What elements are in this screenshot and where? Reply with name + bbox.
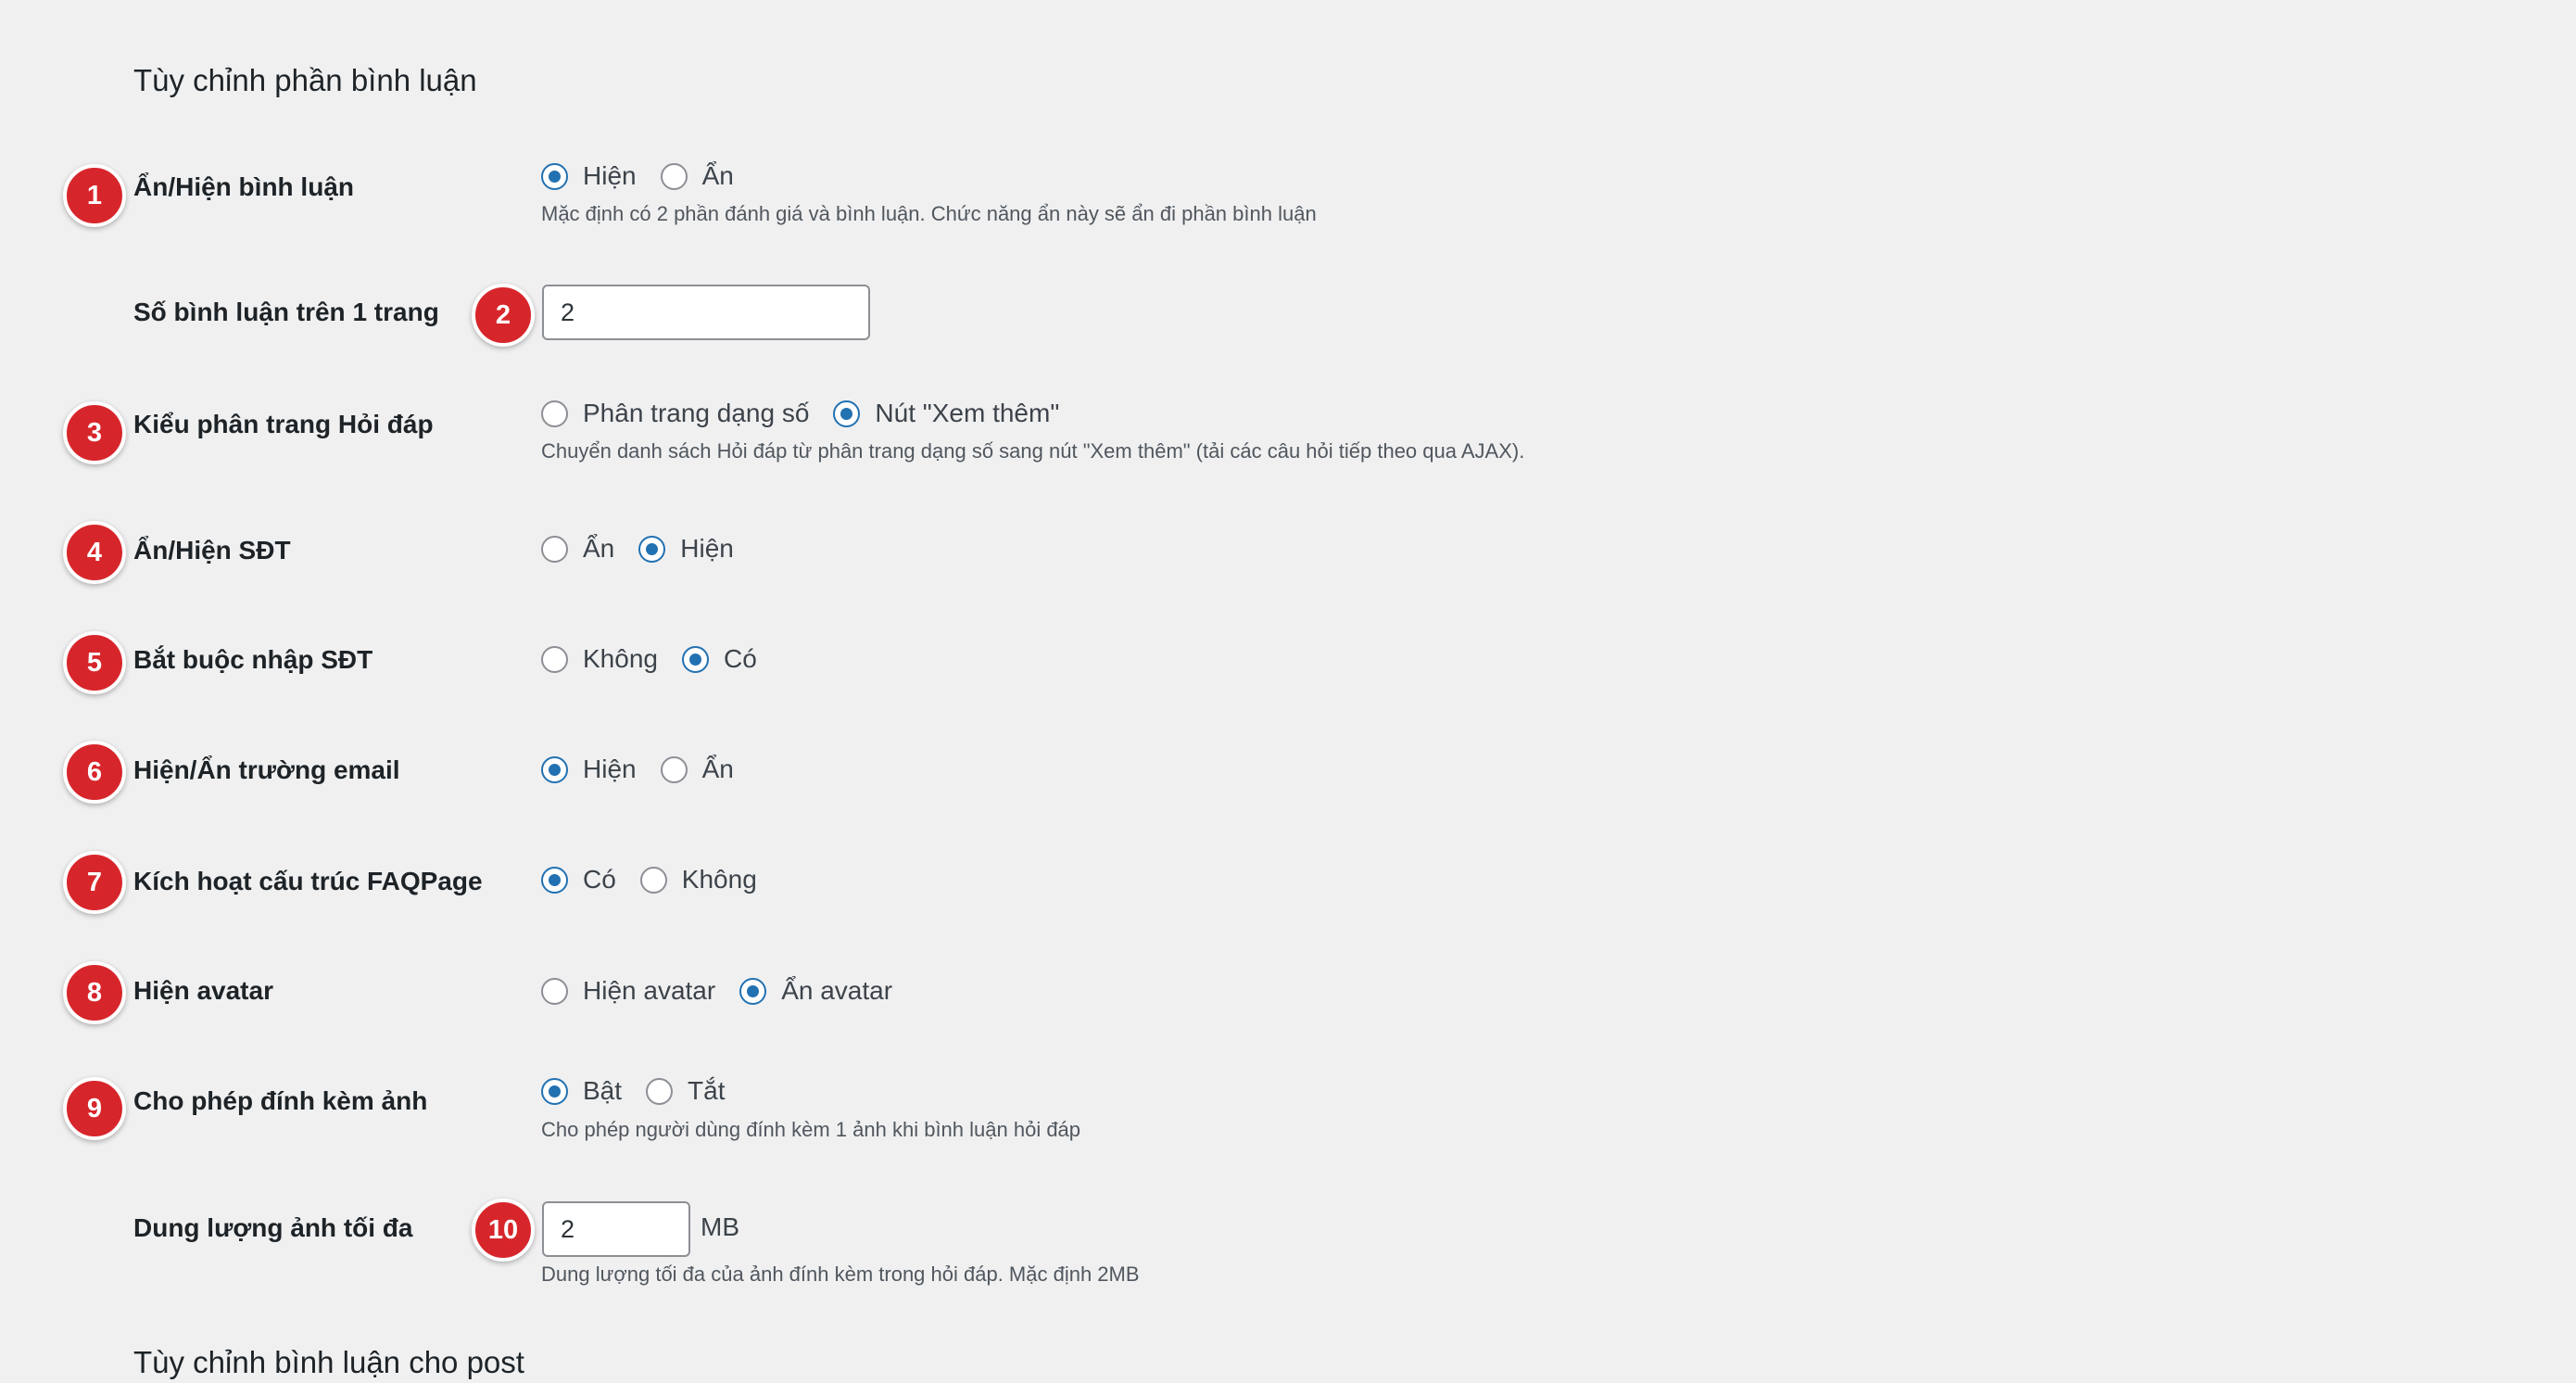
radio-checked-icon[interactable] — [833, 400, 861, 427]
qa-pagination-option-numeric-label: Phân trang dạng số — [583, 399, 810, 427]
radio-checked-icon[interactable] — [541, 162, 568, 190]
qa-pagination-option-load-more[interactable]: Nút "Xem thêm" — [833, 399, 1059, 428]
radio-unchecked-icon[interactable] — [541, 645, 568, 673]
faqpage-schema-radio-group: Có Không — [541, 865, 781, 895]
faqpage-schema-option-no-label: Không — [681, 865, 757, 894]
show-avatar-option-show[interactable]: Hiện avatar — [541, 976, 715, 1006]
section-title-comments: Tùy chỉnh phần bình luận — [133, 63, 477, 97]
step-badge-3: 3 — [63, 401, 126, 464]
qa-pagination-description: Chuyển danh sách Hỏi đáp từ phân trang d… — [541, 439, 1525, 463]
show-email-label: Hiện/Ẩn trường email — [133, 755, 400, 784]
step-badge-9: 9 — [63, 1077, 126, 1140]
allow-image-radio-group: Bật Tắt — [541, 1076, 750, 1106]
step-badge-6: 6 — [63, 741, 126, 804]
show-avatar-option-show-label: Hiện avatar — [583, 976, 716, 1005]
show-email-radio-group: Hiện Ẩn — [541, 755, 758, 784]
step-badge-8: 8 — [63, 961, 126, 1024]
show-email-option-hide[interactable]: Ẩn — [660, 755, 734, 784]
radio-unchecked-icon[interactable] — [541, 535, 568, 563]
radio-unchecked-icon[interactable] — [660, 755, 688, 783]
comments-per-page-label: Số bình luận trên 1 trang — [133, 298, 439, 326]
max-image-size-description: Dung lượng tối đa của ảnh đính kèm trong… — [541, 1262, 1140, 1286]
show-phone-radio-group: Ẩn Hiện — [541, 534, 758, 564]
show-phone-option-show[interactable]: Hiện — [638, 534, 734, 564]
require-phone-option-no[interactable]: Không — [541, 644, 658, 674]
allow-image-label: Cho phép đính kèm ảnh — [133, 1086, 428, 1115]
qa-pagination-option-load-more-label: Nút "Xem thêm" — [875, 399, 1060, 427]
qa-pagination-label: Kiểu phân trang Hỏi đáp — [133, 410, 434, 438]
show-avatar-radio-group: Hiện avatar Ẩn avatar — [541, 976, 916, 1006]
allow-image-description: Cho phép người dùng đính kèm 1 ảnh khi b… — [541, 1118, 1081, 1141]
max-image-size-label: Dung lượng ảnh tối đa — [133, 1213, 413, 1242]
radio-checked-icon[interactable] — [681, 645, 709, 673]
require-phone-option-yes[interactable]: Có — [681, 644, 757, 674]
show-comments-label: Ẩn/Hiện bình luận — [133, 172, 354, 201]
faqpage-schema-option-yes[interactable]: Có — [541, 865, 616, 895]
faqpage-schema-label: Kích hoạt cấu trúc FAQPage — [133, 867, 483, 895]
show-phone-label: Ẩn/Hiện SĐT — [133, 536, 291, 565]
allow-image-option-off-label: Tắt — [688, 1076, 726, 1105]
show-phone-option-show-label: Hiện — [680, 534, 734, 563]
radio-checked-icon[interactable] — [638, 535, 666, 563]
show-comments-radio-group: Hiện Ẩn — [541, 161, 758, 191]
require-phone-radio-group: Không Có — [541, 644, 781, 674]
radio-unchecked-icon[interactable] — [541, 400, 568, 427]
faqpage-schema-option-no[interactable]: Không — [639, 865, 757, 895]
step-badge-2: 2 — [472, 284, 535, 347]
step-badge-10: 10 — [472, 1199, 535, 1262]
radio-unchecked-icon[interactable] — [646, 1077, 674, 1105]
max-image-size-unit: MB — [701, 1212, 739, 1241]
qa-pagination-option-numeric[interactable]: Phân trang dạng số — [541, 399, 809, 428]
faqpage-schema-option-yes-label: Có — [583, 865, 616, 894]
qa-pagination-radio-group: Phân trang dạng số Nút "Xem thêm" — [541, 399, 1083, 428]
show-phone-option-hide-label: Ẩn — [583, 534, 615, 563]
show-comments-option-show[interactable]: Hiện — [541, 161, 637, 191]
radio-unchecked-icon[interactable] — [541, 977, 568, 1005]
show-email-option-hide-label: Ẩn — [701, 755, 734, 783]
show-comments-option-show-label: Hiện — [583, 161, 637, 190]
comments-per-page-input[interactable] — [542, 285, 870, 340]
show-phone-option-hide[interactable]: Ẩn — [541, 534, 614, 564]
radio-checked-icon[interactable] — [541, 1077, 568, 1105]
require-phone-label: Bắt buộc nhập SĐT — [133, 645, 373, 674]
show-avatar-label: Hiện avatar — [133, 976, 273, 1005]
step-badge-1: 1 — [63, 164, 126, 227]
allow-image-option-on-label: Bật — [583, 1076, 623, 1105]
show-comments-description: Mặc định có 2 phần đánh giá và bình luận… — [541, 202, 1317, 225]
require-phone-option-no-label: Không — [583, 644, 658, 673]
section-title-post-comments: Tùy chỉnh bình luận cho post — [133, 1345, 524, 1379]
step-badge-7: 7 — [63, 851, 126, 914]
show-email-option-show-label: Hiện — [583, 755, 637, 783]
step-badge-4: 4 — [63, 521, 126, 584]
radio-unchecked-icon[interactable] — [639, 866, 667, 894]
step-badge-5: 5 — [63, 631, 126, 694]
radio-checked-icon[interactable] — [541, 755, 568, 783]
show-avatar-option-hide-label: Ẩn avatar — [781, 976, 893, 1005]
max-image-size-input[interactable] — [542, 1201, 690, 1257]
radio-checked-icon[interactable] — [739, 977, 767, 1005]
show-email-option-show[interactable]: Hiện — [541, 755, 637, 784]
show-comments-option-hide-label: Ẩn — [701, 161, 734, 190]
require-phone-option-yes-label: Có — [723, 644, 757, 673]
allow-image-option-on[interactable]: Bật — [541, 1076, 622, 1106]
radio-unchecked-icon[interactable] — [660, 162, 688, 190]
allow-image-option-off[interactable]: Tắt — [646, 1076, 726, 1106]
show-comments-option-hide[interactable]: Ẩn — [660, 161, 734, 191]
radio-checked-icon[interactable] — [541, 866, 568, 894]
show-avatar-option-hide[interactable]: Ẩn avatar — [739, 976, 892, 1006]
